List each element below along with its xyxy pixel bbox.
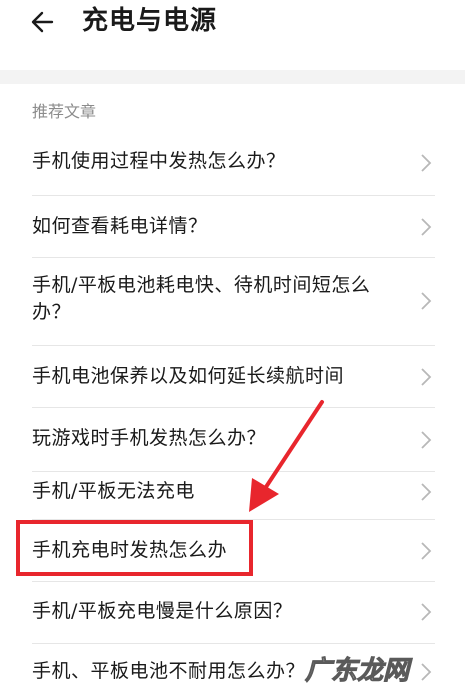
chevron-right-icon	[421, 368, 432, 386]
arrow-left-icon	[31, 11, 54, 33]
article-title: 手机使用过程中发热怎么办？	[32, 150, 286, 172]
article-title: 如何查看耗电详情？	[32, 215, 208, 237]
article-item[interactable]: 如何查看耗电详情？	[0, 196, 465, 258]
article-item[interactable]: 手机/平板充电慢是什么原因？	[0, 582, 465, 644]
article-title: 玩游戏时手机发热怎么办？	[32, 427, 267, 449]
article-item[interactable]: 玩游戏时手机发热怎么办？	[0, 408, 465, 472]
header-bar: 充电与电源	[0, 0, 465, 70]
chevron-right-icon	[421, 292, 432, 310]
section-label: 推荐文章	[32, 102, 97, 121]
chevron-right-icon	[421, 154, 432, 172]
chevron-right-icon	[421, 483, 432, 501]
chevron-right-icon	[421, 218, 432, 236]
page-title: 充电与电源	[82, 6, 218, 36]
chevron-right-icon	[421, 431, 432, 449]
section-gap	[0, 70, 465, 84]
chevron-right-icon	[421, 542, 432, 560]
annotation-highlight-box	[16, 520, 253, 576]
article-title: 手机/平板充电慢是什么原因？	[32, 600, 293, 622]
article-item[interactable]: 手机使用过程中发热怎么办？	[0, 130, 465, 196]
back-button[interactable]	[28, 6, 62, 40]
article-item[interactable]: 手机电池保养以及如何延长续航时间	[0, 346, 465, 408]
article-title: 手机/平板电池耗电快、待机时间短怎么办？	[32, 274, 371, 323]
article-title: 手机电池保养以及如何延长续航时间	[32, 365, 345, 387]
watermark-text: 广东龙网	[305, 656, 413, 686]
article-item[interactable]: 手机/平板电池耗电快、待机时间短怎么办？	[0, 258, 465, 346]
watermark-logo-icon: 广东龙网	[305, 656, 414, 687]
chevron-right-icon	[421, 603, 432, 621]
article-item[interactable]: 手机/平板无法充电	[0, 472, 465, 520]
article-title: 手机/平板无法充电	[32, 480, 195, 502]
